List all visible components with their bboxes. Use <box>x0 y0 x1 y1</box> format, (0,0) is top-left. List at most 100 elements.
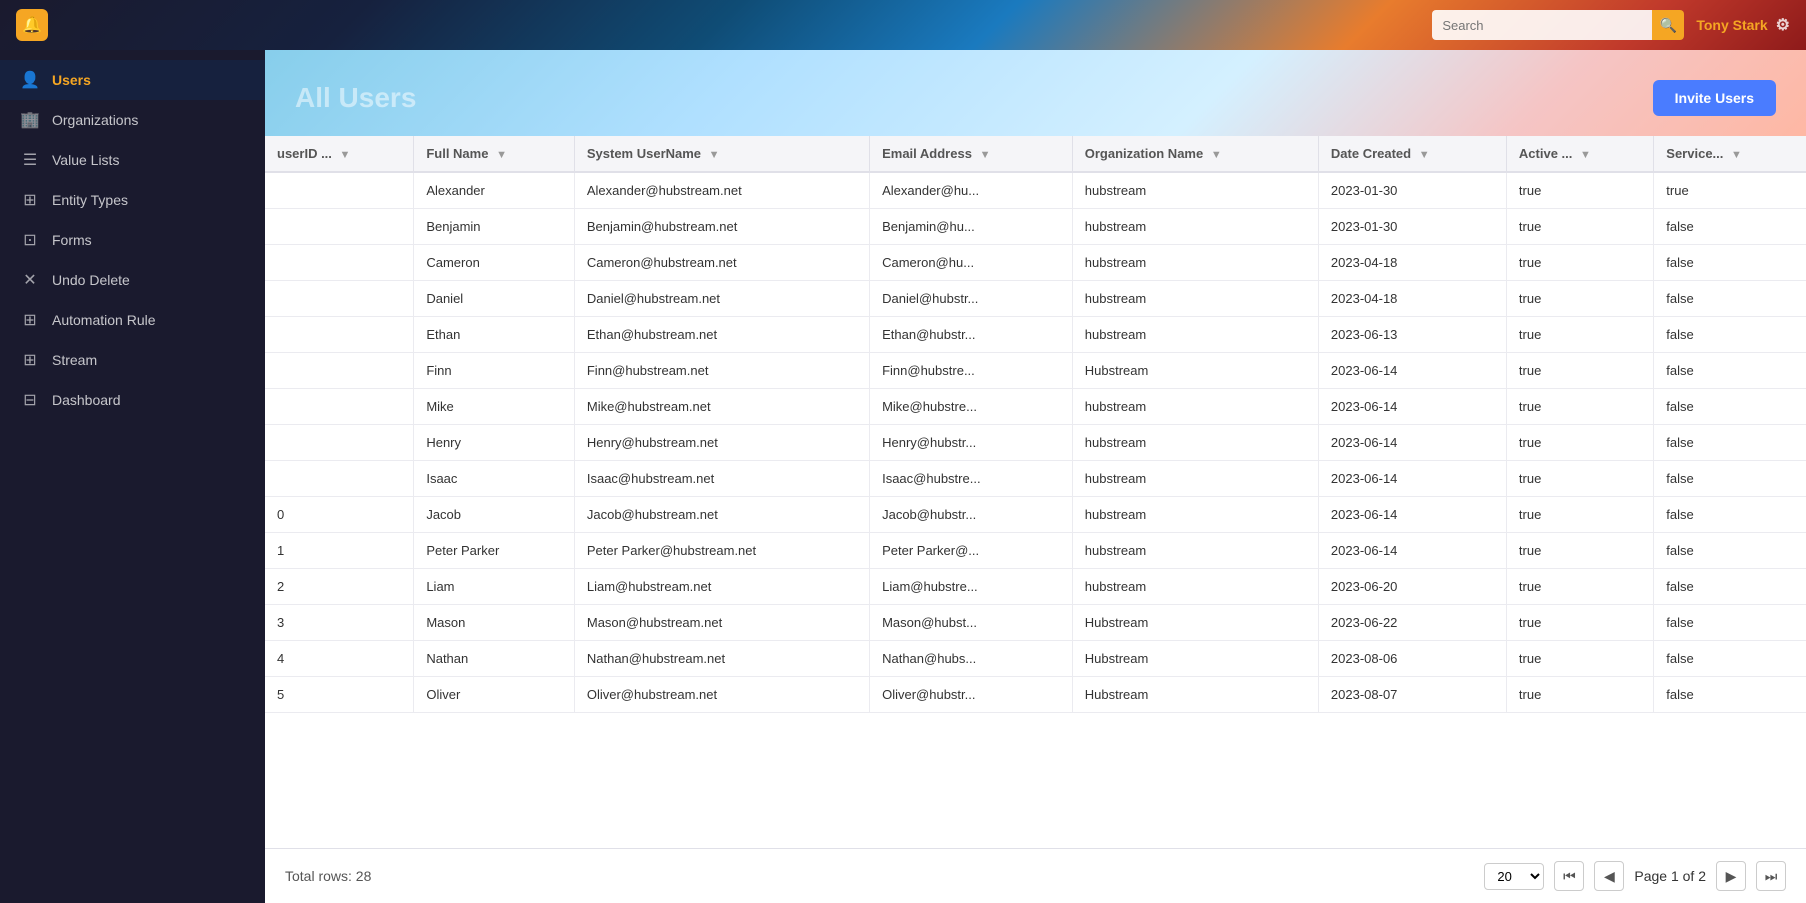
sidebar-item-users[interactable]: 👤 Users <box>0 60 265 100</box>
sidebar-label-value-lists: Value Lists <box>52 152 119 168</box>
table-row[interactable]: 4 Nathan Nathan@hubstream.net Nathan@hub… <box>265 641 1806 677</box>
cell-system-username: Liam@hubstream.net <box>574 569 869 605</box>
cell-system-username: Isaac@hubstream.net <box>574 461 869 497</box>
sidebar-item-undo-delete[interactable]: ✕ Undo Delete <box>0 260 265 300</box>
sidebar-item-stream[interactable]: ⊞ Stream <box>0 340 265 380</box>
cell-service: false <box>1654 317 1806 353</box>
table-container: userID ... ▼ Full Name ▼ System UserName… <box>265 136 1806 848</box>
cell-date: 2023-08-07 <box>1318 677 1506 713</box>
cell-system-username: Cameron@hubstream.net <box>574 245 869 281</box>
col-full-name[interactable]: Full Name ▼ <box>414 136 575 172</box>
sidebar-label-users: Users <box>52 72 91 88</box>
cell-user-id <box>265 461 414 497</box>
sidebar-label-automation-rule: Automation Rule <box>52 312 156 328</box>
total-rows: Total rows: 28 <box>285 868 371 884</box>
table-row[interactable]: 1 Peter Parker Peter Parker@hubstream.ne… <box>265 533 1806 569</box>
table-row[interactable]: 2 Liam Liam@hubstream.net Liam@hubstre..… <box>265 569 1806 605</box>
cell-email: Henry@hubstr... <box>870 425 1073 461</box>
cell-active: true <box>1506 209 1653 245</box>
table-row[interactable]: Daniel Daniel@hubstream.net Daniel@hubst… <box>265 281 1806 317</box>
cell-email: Alexander@hu... <box>870 172 1073 209</box>
cell-org: Hubstream <box>1072 641 1318 677</box>
sort-icon-org: ▼ <box>1211 149 1222 161</box>
cell-service: false <box>1654 497 1806 533</box>
search-input[interactable] <box>1432 10 1652 40</box>
cell-active: true <box>1506 281 1653 317</box>
sidebar-label-dashboard: Dashboard <box>52 392 121 408</box>
col-system-username[interactable]: System UserName ▼ <box>574 136 869 172</box>
cell-full-name: Mike <box>414 389 575 425</box>
invite-users-button[interactable]: Invite Users <box>1653 80 1776 116</box>
col-organization-name[interactable]: Organization Name ▼ <box>1072 136 1318 172</box>
cell-service: false <box>1654 533 1806 569</box>
top-header: 🔔 🔍 Tony Stark ⚙ <box>0 0 1806 50</box>
table-row[interactable]: Henry Henry@hubstream.net Henry@hubstr..… <box>265 425 1806 461</box>
main-layout: 👤 Users 🏢 Organizations ☰ Value Lists ⊞ … <box>0 50 1806 903</box>
dashboard-icon: ⊟ <box>20 390 40 410</box>
table-row[interactable]: 0 Jacob Jacob@hubstream.net Jacob@hubstr… <box>265 497 1806 533</box>
cell-org: hubstream <box>1072 281 1318 317</box>
table-row[interactable]: Mike Mike@hubstream.net Mike@hubstre... … <box>265 389 1806 425</box>
cell-full-name: Henry <box>414 425 575 461</box>
cell-full-name: Jacob <box>414 497 575 533</box>
sidebar-label-forms: Forms <box>52 232 92 248</box>
sort-icon-service: ▼ <box>1731 149 1742 161</box>
last-page-button[interactable]: ⏭ <box>1756 861 1786 891</box>
organizations-icon: 🏢 <box>20 110 40 130</box>
cell-service: false <box>1654 425 1806 461</box>
col-service[interactable]: Service... ▼ <box>1654 136 1806 172</box>
cell-active: true <box>1506 353 1653 389</box>
col-date-created[interactable]: Date Created ▼ <box>1318 136 1506 172</box>
sidebar-label-organizations: Organizations <box>52 112 138 128</box>
table-row[interactable]: Ethan Ethan@hubstream.net Ethan@hubstr..… <box>265 317 1806 353</box>
next-page-button[interactable]: ▶ <box>1716 861 1746 891</box>
sort-icon-full-name: ▼ <box>496 149 507 161</box>
cell-org: hubstream <box>1072 425 1318 461</box>
sort-icon-active: ▼ <box>1580 149 1591 161</box>
cell-system-username: Benjamin@hubstream.net <box>574 209 869 245</box>
table-row[interactable]: Benjamin Benjamin@hubstream.net Benjamin… <box>265 209 1806 245</box>
table-row[interactable]: Isaac Isaac@hubstream.net Isaac@hubstre.… <box>265 461 1806 497</box>
sidebar-item-dashboard[interactable]: ⊟ Dashboard <box>0 380 265 420</box>
sidebar-label-stream: Stream <box>52 352 97 368</box>
cell-active: true <box>1506 425 1653 461</box>
table-row[interactable]: 3 Mason Mason@hubstream.net Mason@hubst.… <box>265 605 1806 641</box>
col-user-id[interactable]: userID ... ▼ <box>265 136 414 172</box>
sidebar-label-entity-types: Entity Types <box>52 192 128 208</box>
first-page-button[interactable]: ⏮ <box>1554 861 1584 891</box>
sidebar-item-automation-rule[interactable]: ⊞ Automation Rule <box>0 300 265 340</box>
entity-types-icon: ⊞ <box>20 190 40 210</box>
table-footer: Total rows: 28 20 50 100 ⏮ ◀ Page 1 of 2… <box>265 848 1806 903</box>
cell-service: true <box>1654 172 1806 209</box>
cell-org: hubstream <box>1072 245 1318 281</box>
gear-icon[interactable]: ⚙ <box>1776 15 1790 35</box>
table-row[interactable]: Cameron Cameron@hubstream.net Cameron@hu… <box>265 245 1806 281</box>
sidebar-item-value-lists[interactable]: ☰ Value Lists <box>0 140 265 180</box>
logo-icon: 🔔 <box>22 15 42 35</box>
table-row[interactable]: Alexander Alexander@hubstream.net Alexan… <box>265 172 1806 209</box>
cell-active: true <box>1506 569 1653 605</box>
cell-active: true <box>1506 497 1653 533</box>
cell-email: Liam@hubstre... <box>870 569 1073 605</box>
cell-org: Hubstream <box>1072 605 1318 641</box>
user-info: Tony Stark ⚙ <box>1696 15 1790 35</box>
cell-service: false <box>1654 461 1806 497</box>
cell-full-name: Peter Parker <box>414 533 575 569</box>
col-email-address[interactable]: Email Address ▼ <box>870 136 1073 172</box>
cell-system-username: Mike@hubstream.net <box>574 389 869 425</box>
cell-service: false <box>1654 245 1806 281</box>
sidebar-item-entity-types[interactable]: ⊞ Entity Types <box>0 180 265 220</box>
table-row[interactable]: 5 Oliver Oliver@hubstream.net Oliver@hub… <box>265 677 1806 713</box>
search-button[interactable]: 🔍 <box>1652 10 1684 40</box>
table-row[interactable]: Finn Finn@hubstream.net Finn@hubstre... … <box>265 353 1806 389</box>
col-active[interactable]: Active ... ▼ <box>1506 136 1653 172</box>
sidebar-item-forms[interactable]: ⊡ Forms <box>0 220 265 260</box>
cell-date: 2023-06-14 <box>1318 425 1506 461</box>
prev-page-button[interactable]: ◀ <box>1594 861 1624 891</box>
cell-full-name: Oliver <box>414 677 575 713</box>
cell-email: Mason@hubst... <box>870 605 1073 641</box>
sidebar-item-organizations[interactable]: 🏢 Organizations <box>0 100 265 140</box>
cell-org: hubstream <box>1072 533 1318 569</box>
cell-active: true <box>1506 461 1653 497</box>
page-size-select[interactable]: 20 50 100 <box>1484 863 1544 890</box>
